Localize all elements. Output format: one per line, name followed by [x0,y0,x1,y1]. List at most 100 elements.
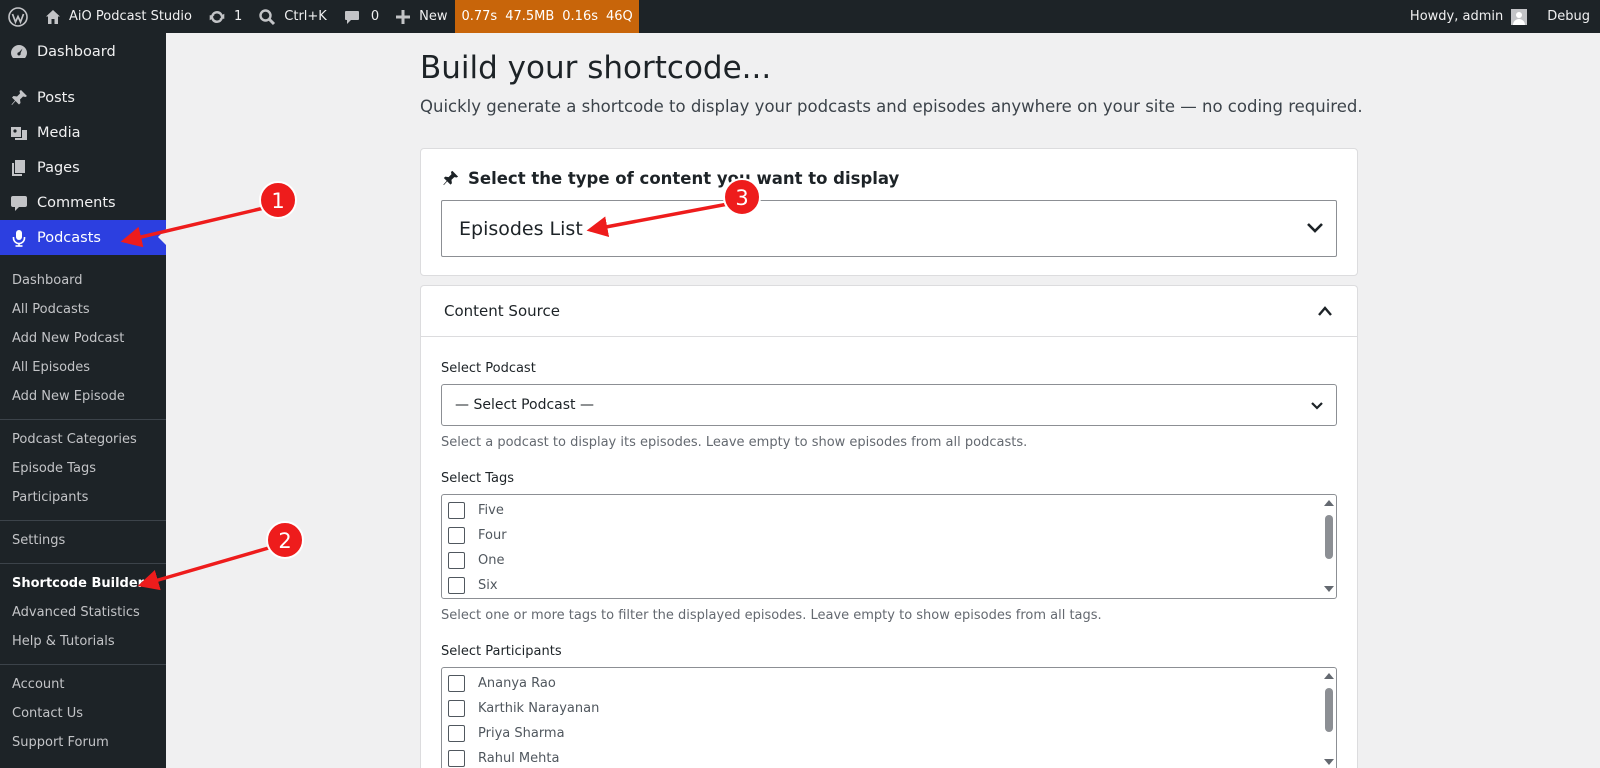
comments-icon [10,195,27,211]
scroll-up-icon[interactable] [1324,500,1334,506]
tag-option[interactable]: Four [448,527,507,544]
submenu-all-episodes[interactable]: All Episodes [12,360,90,375]
content-source-panel: Content Source Select Podcast — Select P… [420,285,1358,768]
participant-checkbox[interactable] [448,725,465,742]
submenu-podcast-categories[interactable]: Podcast Categories [12,432,137,447]
pin-icon [11,89,27,105]
tags-scrollbar[interactable] [1321,495,1336,598]
menu-label: Dashboard [37,43,116,60]
plus-icon [396,9,411,24]
submenu-account[interactable]: Account [12,677,65,692]
content-source-title: Content Source [444,302,560,320]
submenu-separator [0,664,166,665]
tag-option[interactable]: Five [448,502,504,519]
participant-checkbox[interactable] [448,675,465,692]
site-name: AiO Podcast Studio [69,9,192,24]
tag-option-label: Six [478,578,498,593]
menu-posts[interactable]: Posts [0,80,166,115]
tag-option[interactable]: Six [448,577,498,594]
submenu-participants[interactable]: Participants [12,490,88,505]
menu-comments[interactable]: Comments [0,185,166,220]
scrollbar-thumb[interactable] [1325,515,1333,559]
annotation-number: 1 [271,189,284,213]
participant-option-label: Rahul Mehta [478,751,560,766]
tag-checkbox[interactable] [448,577,465,594]
submenu-separator [0,419,166,420]
content-type-card: Select the type of content you want to d… [420,148,1358,276]
debug-label: Debug [1547,9,1590,24]
menu-label: Comments [37,194,116,211]
tag-option[interactable]: One [448,552,504,569]
submenu-add-new-podcast[interactable]: Add New Podcast [12,331,124,346]
query-monitor[interactable]: 0.77s 47.5MB 0.16s 46Q [455,0,639,33]
participant-option[interactable]: Ananya Rao [448,675,556,692]
search-shortcut[interactable]: Ctrl+K [250,0,335,33]
menu-label: Podcasts [37,229,101,246]
submenu-dashboard[interactable]: Dashboard [12,273,83,288]
tag-checkbox[interactable] [448,552,465,569]
pin-icon [443,170,459,186]
tag-checkbox[interactable] [448,502,465,519]
content-source-header[interactable]: Content Source [421,286,1357,337]
participant-option-label: Karthik Narayanan [478,701,600,716]
menu-dashboard[interactable]: Dashboard [0,34,166,69]
scrollbar-thumb[interactable] [1325,688,1333,732]
select-tags-label: Select Tags [441,471,515,486]
my-account[interactable]: Howdy, admin [1402,0,1535,33]
participant-option[interactable]: Karthik Narayanan [448,700,599,717]
updates-link[interactable]: 1 [200,0,250,33]
select-podcast-help: Select a podcast to display its episodes… [441,435,1028,450]
tag-checkbox[interactable] [448,527,465,544]
submenu-all-podcasts[interactable]: All Podcasts [12,302,90,317]
debug-link[interactable]: Debug [1535,0,1600,33]
select-participants-label: Select Participants [441,644,562,659]
submenu-settings[interactable]: Settings [12,533,65,548]
howdy-text: Howdy, admin [1409,9,1504,24]
current-menu-arrow [158,229,166,245]
participants-checklist: Ananya Rao Karthik Narayanan Priya Sharm… [441,667,1337,768]
participant-checkbox[interactable] [448,750,465,767]
chevron-up-icon[interactable] [1317,305,1333,317]
chevron-down-icon [1311,402,1323,410]
page-subtitle: Quickly generate a shortcode to display … [420,97,1363,116]
scroll-up-icon[interactable] [1324,673,1334,679]
wordpress-logo-icon[interactable] [0,0,36,33]
menu-pages[interactable]: Pages [0,150,166,185]
updates-icon [209,10,225,23]
submenu-advanced-statistics[interactable]: Advanced Statistics [12,605,140,620]
site-name-link[interactable]: AiO Podcast Studio [36,0,200,33]
menu-media[interactable]: Media [0,115,166,150]
menu-podcasts[interactable]: Podcasts [0,220,166,255]
pages-icon [11,159,25,176]
submenu-contact-us[interactable]: Contact Us [12,706,83,721]
qm-queries: 46Q [606,9,633,24]
submenu-help-tutorials[interactable]: Help & Tutorials [12,634,115,649]
comments-count: 0 [370,9,380,24]
chevron-down-icon [1307,223,1323,233]
participants-scrollbar[interactable] [1321,668,1336,768]
submenu-separator [0,520,166,521]
submenu-shortcode-builder[interactable]: Shortcode Builder [12,576,144,591]
submenu-add-new-episode[interactable]: Add New Episode [12,389,125,404]
participant-option-label: Ananya Rao [478,676,556,691]
tag-option-label: One [478,553,505,568]
page-title: Build your shortcode... [420,50,772,86]
updates-count: 1 [233,9,243,24]
tag-option-label: Four [478,528,507,543]
submenu-episode-tags[interactable]: Episode Tags [12,461,96,476]
participant-option[interactable]: Priya Sharma [448,725,565,742]
select-podcast-dropdown[interactable]: — Select Podcast — [441,384,1337,426]
scroll-down-icon[interactable] [1324,586,1334,592]
admin-bar: AiO Podcast Studio 1 Ctrl+K 0 New 0.77s … [0,0,1600,33]
comment-icon [344,10,359,24]
participant-checkbox[interactable] [448,700,465,717]
scroll-down-icon[interactable] [1324,759,1334,765]
participant-option[interactable]: Rahul Mehta [448,750,559,767]
qm-db-time: 0.16s [562,9,598,24]
comments-link[interactable]: 0 [335,0,387,33]
submenu-support-forum[interactable]: Support Forum [12,735,109,750]
home-icon [46,9,60,24]
search-icon [259,8,276,25]
content-type-select[interactable]: Episodes List [441,200,1337,257]
new-content-link[interactable]: New [387,0,455,33]
